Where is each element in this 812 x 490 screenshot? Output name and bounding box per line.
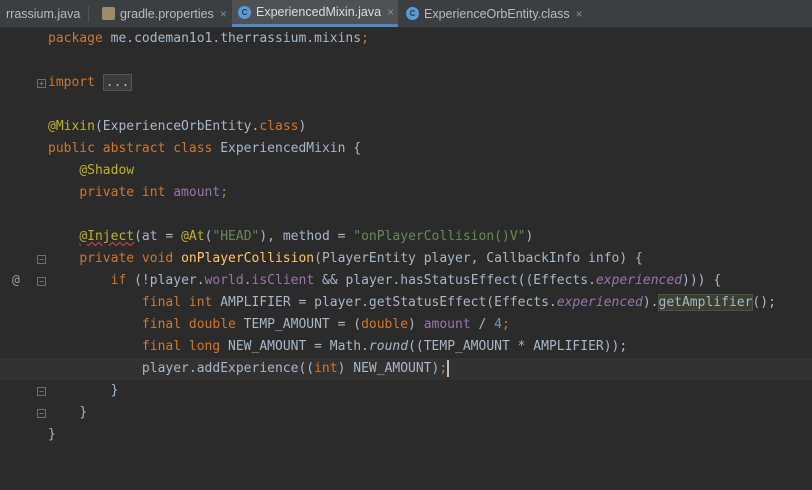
code-line: public abstract class ExperiencedMixin { [48,141,362,156]
tab-experienceorbentity-class[interactable]: C ExperienceOrbEntity.class × [400,0,589,27]
tab-separator [88,5,90,22]
close-icon[interactable]: × [576,7,583,21]
fold-icon[interactable]: − [37,277,46,286]
properties-file-icon [102,7,115,20]
code-line: − } [0,380,812,402]
code-line: @ − private void onPlayerCollision(Playe… [0,248,812,288]
tab-label: rrassium.java [6,6,81,21]
code-line: final double TEMP_AMOUNT = (double) amou… [141,317,510,332]
code-line: } [48,427,56,442]
code-line: @Mixin(ExperienceOrbEntity.class) [48,119,307,134]
editor-tab-bar: rrassium.java gradle.properties × C Expe… [0,0,812,28]
code-line: package me.codeman1o1.therrassium.mixins… [48,31,369,46]
code-line: final long NEW_AMOUNT = Math.round((TEMP… [141,339,628,354]
close-icon[interactable]: × [220,7,227,21]
code-editor[interactable]: package me.codeman1o1.therrassium.mixins… [0,28,812,461]
fold-icon[interactable]: − [37,255,46,264]
folded-imports[interactable]: ... [102,74,133,91]
tab-gradle-properties[interactable]: gradle.properties × [96,0,233,27]
fold-icon[interactable]: − [37,387,46,396]
close-icon[interactable]: × [387,5,394,19]
text-caret [447,360,450,377]
fold-icon[interactable]: + [37,79,46,88]
tab-experiencedmixin-java[interactable]: C ExperiencedMixin.java × [232,0,398,27]
tab-label: ExperienceOrbEntity.class [424,6,570,21]
code-line: private int amount; [79,185,229,200]
code-line-current: player.addExperience((int) NEW_AMOUNT); [0,358,812,380]
fold-icon[interactable]: − [37,409,46,418]
class-file-icon: C [406,7,419,20]
code-line: − if (!player.world.isClient && player.h… [0,270,812,292]
tab-therrassium-java[interactable]: rrassium.java [0,0,95,27]
class-file-icon: C [238,5,251,19]
code-line: @Shadow [79,163,135,178]
code-line: final int AMPLIFIER = player.getStatusEf… [141,294,776,311]
code-line: @Inject(at = @At("HEAD"), method = "onPl… [79,229,534,244]
tab-label: ExperiencedMixin.java [256,5,382,19]
tab-label: gradle.properties [120,6,214,21]
code-line: − } [0,402,812,424]
code-line: + import ... [0,72,812,94]
